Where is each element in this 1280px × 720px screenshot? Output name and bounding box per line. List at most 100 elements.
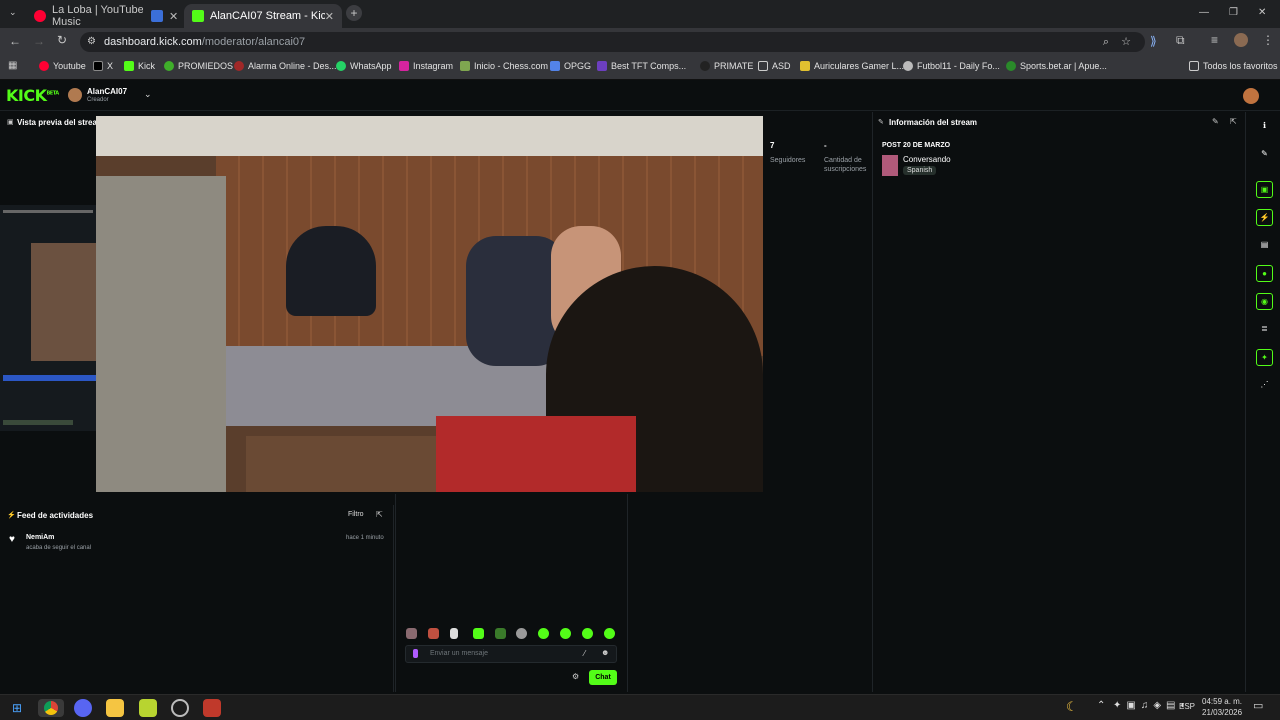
subs-label-line2: suscripciones	[824, 166, 867, 173]
bookmark-youtube[interactable]: Youtube	[39, 61, 86, 71]
obs-icon[interactable]	[171, 699, 189, 717]
close-tab-icon[interactable]: ✕	[169, 10, 178, 23]
desktop-capture-thumbnail	[0, 205, 96, 431]
app-icon[interactable]	[203, 699, 221, 717]
channel-switcher-chevron-icon[interactable]: ⌄	[144, 89, 152, 100]
tray-chevron-icon[interactable]: ⌃	[1097, 700, 1105, 711]
restore-button[interactable]: ❐	[1229, 7, 1238, 18]
clock-time[interactable]: 04:59 a. m.	[1202, 697, 1242, 706]
preview-toggle-icon[interactable]: ▣	[1256, 181, 1273, 198]
bookmark-whatsapp[interactable]: WhatsApp	[336, 61, 392, 71]
info-icon[interactable]: ℹ	[1256, 118, 1273, 135]
clock-date[interactable]: 21/03/2026	[1202, 708, 1242, 717]
sportsbet-icon	[1006, 61, 1016, 71]
close-tab-icon[interactable]: ✕	[325, 10, 334, 23]
chat-input[interactable]: Enviar un mensaje ⁄ ☻	[405, 645, 617, 663]
stream-video[interactable]	[96, 116, 763, 492]
channel-avatar[interactable]	[68, 88, 82, 102]
forward-icon[interactable]: →	[33, 34, 45, 48]
lightning-icon[interactable]: ⚡	[1256, 209, 1273, 226]
close-window-button[interactable]: ✕	[1258, 7, 1266, 18]
bookmark-folder-asd[interactable]: ASD	[758, 61, 791, 71]
share-icon[interactable]: ⋰	[1256, 377, 1273, 394]
emote-icon[interactable]	[516, 628, 527, 639]
clipboard-icon[interactable]: ▤	[1256, 237, 1273, 254]
activity-feed-panel	[0, 505, 394, 692]
tab-kick-dashboard[interactable]: AlanCAI07 Stream - Kick Dashb ✕	[184, 4, 342, 28]
emote-icon[interactable]	[428, 628, 439, 639]
emote-icon[interactable]	[538, 628, 549, 639]
stack-icon[interactable]: ≣	[1256, 321, 1273, 338]
media-controls-icon[interactable]: ≡	[1211, 33, 1218, 47]
activity-action: acaba de seguir el canal	[26, 545, 92, 551]
apps-grid-icon[interactable]: ▦	[8, 60, 17, 71]
bookmark-star-icon[interactable]: ☆	[1121, 32, 1131, 52]
chat-settings-gear-icon[interactable]: ⚙	[572, 672, 579, 681]
windows-start-icon[interactable]: ⊞	[8, 699, 26, 717]
bookmark-tft[interactable]: Best TFT Comps...	[597, 61, 686, 71]
bookmark-kick[interactable]: Kick	[124, 61, 155, 71]
all-bookmarks-button[interactable]: Todos los favoritos	[1189, 61, 1278, 71]
emoji-icon[interactable]: ☻	[601, 648, 609, 657]
bookmark-chess[interactable]: Inicio - Chess.com	[460, 61, 548, 71]
tab-search-chevron-icon[interactable]: ⌄	[9, 7, 17, 18]
bookmark-x[interactable]: X	[93, 61, 113, 71]
emote-icon[interactable]	[495, 628, 506, 639]
emote-icon[interactable]	[406, 628, 417, 639]
discord-icon[interactable]	[74, 699, 92, 717]
menu-kebab-icon[interactable]: ⋮	[1262, 33, 1274, 47]
emote-icon[interactable]	[582, 628, 593, 639]
activity-user[interactable]: NemiAm	[26, 534, 54, 541]
edit-icon[interactable]: ✎	[1212, 117, 1219, 126]
chat-icon[interactable]: ●	[1256, 265, 1273, 282]
file-explorer-icon[interactable]	[106, 699, 124, 717]
alarma-icon	[234, 61, 244, 71]
popout-icon[interactable]: ⇱	[1230, 117, 1237, 126]
emote-icon[interactable]	[473, 628, 484, 639]
profile-avatar[interactable]	[1234, 33, 1248, 47]
zoom-icon[interactable]: ⌕	[1103, 32, 1109, 52]
chat-send-button[interactable]: Chat	[589, 670, 617, 685]
new-tab-button[interactable]: +	[346, 5, 362, 21]
wrench-tool-icon[interactable]: ✦	[1256, 349, 1273, 366]
command-icon[interactable]: ⁄	[584, 649, 585, 658]
notifications-icon[interactable]: ▭	[1253, 699, 1263, 712]
site-info-icon[interactable]: ⚙	[87, 32, 96, 52]
emote-icon[interactable]	[450, 628, 458, 639]
moon-icon[interactable]: ☾	[1066, 699, 1078, 715]
chat-placeholder: Enviar un mensaje	[430, 650, 488, 657]
bookmark-futbol11[interactable]: Futbol11 - Daily Fo...	[903, 61, 1000, 71]
back-icon[interactable]: ←	[9, 34, 21, 48]
bookmark-auriculares[interactable]: Auriculares Gamer L...	[800, 61, 904, 71]
broadcast-icon[interactable]: ◉	[1256, 293, 1273, 310]
pencil-icon[interactable]: ✎	[1256, 146, 1273, 163]
microphone-icon[interactable]	[413, 649, 418, 658]
popout-icon[interactable]: ⇱	[376, 510, 383, 519]
reload-icon[interactable]: ↻	[57, 33, 67, 47]
emote-icon[interactable]	[560, 628, 571, 639]
minimize-button[interactable]: —	[1199, 7, 1209, 18]
kick-logo[interactable]: KICKBETA	[6, 86, 59, 105]
emote-icon[interactable]	[604, 628, 615, 639]
bookmark-sportsbet[interactable]: Sports.bet.ar | Apue...	[1006, 61, 1107, 71]
bookmark-instagram[interactable]: Instagram	[399, 61, 453, 71]
wrench-icon: ✎	[878, 119, 884, 126]
tab-favicon-icon	[151, 10, 163, 22]
bookmark-opgg[interactable]: OPGG	[550, 61, 591, 71]
futbol11-icon	[903, 61, 913, 71]
extensions-puzzle-icon[interactable]: ⧉	[1176, 33, 1185, 48]
bookmark-promiedos[interactable]: PROMIEDOS	[164, 61, 233, 71]
bookmark-alarma[interactable]: Alarma Online - Des...	[234, 61, 337, 71]
primate-icon	[700, 61, 710, 71]
bookmark-primate[interactable]: PRIMATE	[700, 61, 753, 71]
tab-generic[interactable]: ✕	[143, 4, 181, 28]
extension-icon[interactable]: ⟫	[1150, 34, 1157, 48]
youtube-music-icon	[34, 10, 46, 22]
filter-button[interactable]: Filtro	[348, 511, 364, 518]
app-icon[interactable]	[139, 699, 157, 717]
address-bar[interactable]: ⚙ dashboard.kick.com/moderator/alancai07…	[80, 32, 1145, 52]
user-avatar[interactable]	[1243, 88, 1259, 104]
chrome-taskbar-icon[interactable]	[38, 699, 64, 717]
language-indicator[interactable]: ESP	[1179, 702, 1195, 711]
kick-icon	[124, 61, 134, 71]
